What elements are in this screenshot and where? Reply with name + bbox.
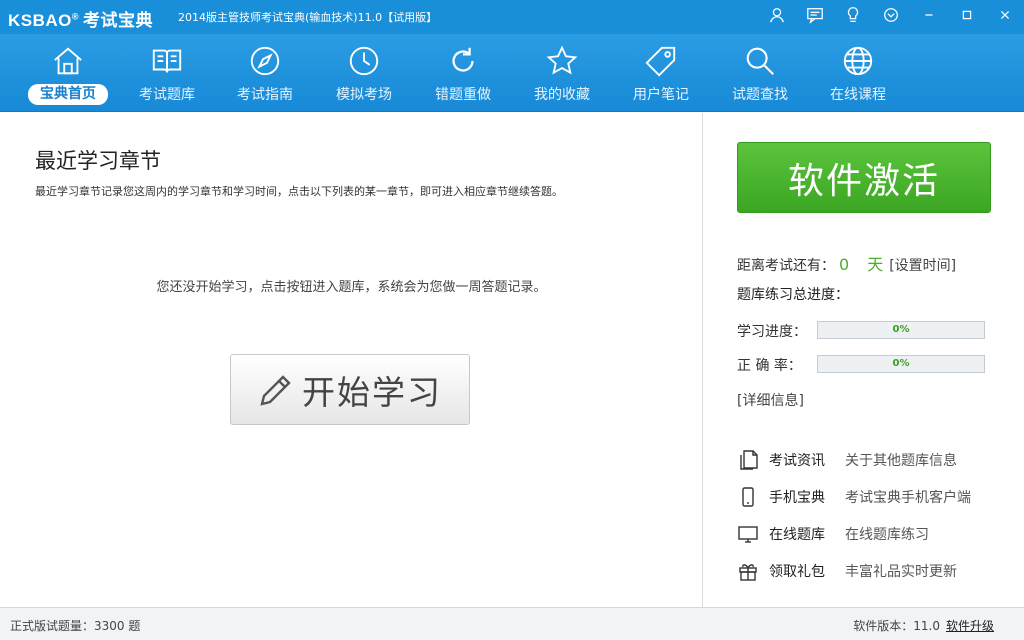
study-progress-bar: 0% — [817, 321, 985, 339]
link-mobile-app[interactable]: 手机宝典 考试宝典手机客户端 — [737, 485, 971, 509]
version-info: 软件版本：11.0 软件升级 — [853, 617, 994, 634]
nav-label: 我的收藏 — [534, 87, 590, 103]
search-icon — [746, 47, 774, 75]
section-description: 最近学习章节记录您这周内的学习章节和学习时间，点击以下列表的某一章节，即可进入相… — [35, 185, 563, 198]
countdown-unit: 天 — [867, 255, 884, 274]
accuracy-row: 正 确 率： 0% — [737, 355, 985, 375]
document-icon — [740, 450, 758, 470]
upgrade-link[interactable]: 软件升级 — [946, 619, 994, 633]
globe-icon — [843, 46, 873, 76]
nav-label: 模拟考场 — [336, 87, 392, 103]
link-main: 手机宝典 — [769, 490, 825, 506]
status-bar: 正式版试题量：3300 题 软件版本：11.0 软件升级 — [0, 607, 1024, 640]
start-study-button[interactable]: 开始学习 — [230, 354, 470, 425]
bulb-icon[interactable] — [834, 0, 872, 30]
nav-search-questions[interactable]: 试题查找 — [711, 42, 809, 106]
link-online-bank[interactable]: 在线题库 在线题库练习 — [737, 522, 929, 546]
window-controls — [758, 0, 1024, 34]
message-icon[interactable] — [796, 0, 834, 30]
link-exam-news[interactable]: 考试资讯 关于其他题库信息 — [737, 448, 957, 472]
nav-label: 试题查找 — [732, 87, 788, 103]
tag-icon — [645, 46, 676, 77]
app-title: 2014版主管技师考试宝典(输血技术)11.0【试用版】 — [178, 11, 438, 24]
nav-label: 错题重做 — [435, 87, 491, 103]
title-bar: KSBAO® 考试宝典 2014版主管技师考试宝典(输血技术)11.0【试用版】 — [0, 0, 1024, 34]
nav-redo-mistakes[interactable]: 错题重做 — [414, 42, 512, 106]
progress-title: 题库练习总进度： — [737, 287, 849, 303]
user-icon[interactable] — [758, 0, 796, 30]
nav-label: 宝典首页 — [28, 84, 108, 105]
countdown-label: 距离考试还有： — [737, 258, 835, 274]
nav-question-bank[interactable]: 考试题库 — [118, 42, 216, 106]
nav-favorites[interactable]: 我的收藏 — [513, 42, 611, 106]
chevron-down-icon[interactable] — [872, 0, 910, 30]
link-gift-pack[interactable]: 领取礼包 丰富礼品实时更新 — [737, 559, 957, 583]
question-count: 正式版试题量：3300 题 — [10, 619, 141, 633]
sidebar-panel: 软件激活 距离考试还有： 0 天 [设置时间] 题库练习总进度： 学习进度： 0% 正… — [704, 113, 1024, 607]
nav-exam-guide[interactable]: 考试指南 — [216, 42, 314, 106]
nav-label: 用户笔记 — [633, 87, 689, 103]
maximize-icon[interactable] — [948, 0, 986, 30]
activate-button[interactable]: 软件激活 — [737, 142, 991, 213]
nav-label: 在线课程 — [830, 87, 886, 103]
countdown-days: 0 — [839, 255, 850, 274]
app-logo: KSBAO® 考试宝典 — [8, 6, 153, 31]
logo-cn: 考试宝典 — [83, 11, 154, 31]
main-nav: 宝典首页 考试题库 考试指南 模拟考场 错题重做 我的收藏 用户笔记 试题查找 … — [0, 34, 1024, 112]
version-label: 软件版本：11.0 — [853, 619, 940, 633]
nav-label: 考试指南 — [237, 87, 293, 103]
nav-notes[interactable]: 用户笔记 — [612, 42, 710, 106]
clock-icon — [349, 46, 379, 76]
study-progress-row: 学习进度： 0% — [737, 321, 985, 341]
start-study-label: 开始学习 — [302, 372, 442, 412]
link-main: 领取礼包 — [769, 564, 825, 580]
refresh-icon — [452, 47, 474, 72]
star-icon — [546, 45, 578, 75]
logo-mark: ® — [71, 11, 80, 22]
phone-icon — [742, 487, 754, 507]
compass-icon — [250, 46, 280, 76]
logo-text: KSBAO — [8, 11, 72, 30]
nav-mock-exam[interactable]: 模拟考场 — [315, 42, 413, 106]
recent-chapters-panel: 最近学习章节 最近学习章节记录您这周内的学习章节和学习时间，点击以下列表的某一章… — [0, 113, 703, 607]
gift-icon — [739, 564, 757, 581]
home-icon — [54, 47, 82, 75]
accuracy-bar: 0% — [817, 355, 985, 373]
minimize-icon[interactable] — [910, 0, 948, 30]
detail-info-link[interactable]: [详细信息] — [737, 390, 804, 410]
nav-home[interactable]: 宝典首页 — [19, 42, 117, 106]
link-sub: 考试宝典手机客户端 — [845, 490, 971, 506]
empty-message: 您还没开始学习，点击按钮进入题库，系统会为您做一周答题记录。 — [156, 280, 547, 295]
pencil-icon — [260, 374, 291, 406]
nav-online-courses[interactable]: 在线课程 — [809, 42, 907, 106]
set-time-link[interactable]: [设置时间] — [889, 258, 956, 274]
book-icon — [152, 49, 182, 73]
link-sub: 在线题库练习 — [845, 527, 929, 543]
section-title: 最近学习章节 — [35, 149, 161, 173]
nav-label: 考试题库 — [139, 87, 195, 103]
link-sub: 丰富礼品实时更新 — [845, 564, 957, 580]
link-main: 在线题库 — [769, 527, 825, 543]
accuracy-label: 正 确 率： — [737, 358, 802, 374]
link-sub: 关于其他题库信息 — [845, 453, 957, 469]
link-main: 考试资讯 — [769, 453, 825, 469]
study-progress-label: 学习进度： — [737, 324, 807, 340]
monitor-icon — [738, 526, 758, 543]
exam-countdown: 距离考试还有： 0 天 [设置时间] — [737, 251, 956, 275]
close-icon[interactable] — [986, 0, 1024, 30]
